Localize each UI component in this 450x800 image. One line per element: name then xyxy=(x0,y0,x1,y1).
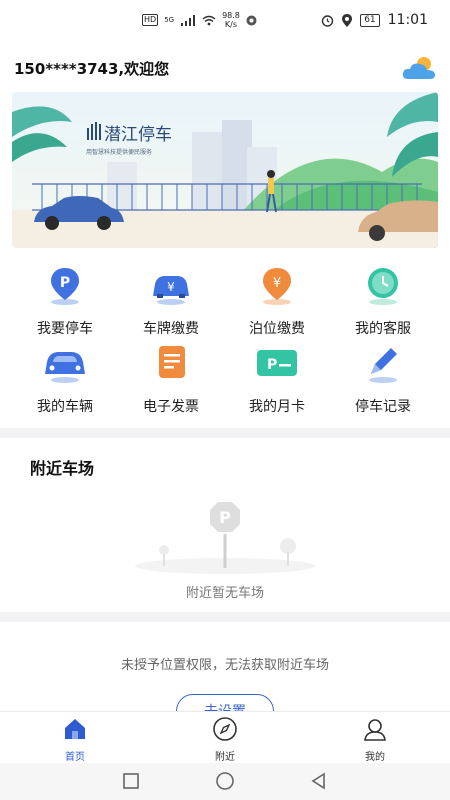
tab-mine[interactable]: 我的 xyxy=(335,716,415,763)
recent-apps-icon[interactable] xyxy=(122,772,140,790)
speed-value: 98.8 xyxy=(222,11,240,20)
section-divider xyxy=(0,612,450,622)
svg-text:P: P xyxy=(60,275,70,291)
bottom-tab-bar: 首页 附近 我的 xyxy=(0,711,450,764)
nearby-title: 附近车场 xyxy=(30,459,95,478)
section-divider xyxy=(0,428,450,438)
svg-text:P: P xyxy=(267,357,277,373)
promo-banner[interactable]: 潜江停车 用智慧科技提供便民服务 xyxy=(12,92,438,248)
car-yuan-icon: ¥ xyxy=(153,276,189,305)
compass-icon xyxy=(213,717,237,741)
invoice-icon xyxy=(159,346,185,378)
clock: 11:01 xyxy=(387,12,428,28)
service-parking-record[interactable]: 停车记录 xyxy=(330,336,436,415)
banner-subtitle: 用智慧科技提供便民服务 xyxy=(86,149,153,156)
service-label: 停车记录 xyxy=(355,399,411,415)
status-left: HD 5G 98.8 K/s xyxy=(142,11,257,29)
tab-label: 首页 xyxy=(65,752,85,763)
banner-illustration xyxy=(12,92,438,248)
location-permission-message: 未授予位置权限，无法获取附近车场 xyxy=(120,658,329,673)
tab-label: 我的 xyxy=(365,752,385,763)
status-right: 61 11:01 xyxy=(321,12,428,28)
service-label: 车牌缴费 xyxy=(143,321,199,337)
location-icon xyxy=(342,13,353,27)
home-button-icon[interactable] xyxy=(215,771,235,791)
service-park[interactable]: P 我要停车 xyxy=(12,258,118,337)
service-support[interactable]: 我的客服 xyxy=(330,258,436,337)
nfc-icon xyxy=(246,15,257,25)
signal-icon xyxy=(181,14,196,26)
status-bar: HD 5G 98.8 K/s 61 11:01 xyxy=(0,0,450,40)
user-icon xyxy=(364,719,386,741)
service-label: 我的车辆 xyxy=(37,399,93,415)
parking-pin-icon: P xyxy=(51,268,79,305)
greeting-text: 150****3743,欢迎您 xyxy=(14,60,170,78)
service-monthly-card[interactable]: P 我的月卡 xyxy=(224,336,330,415)
parking-sign-icon: P xyxy=(135,502,315,574)
svg-text:¥: ¥ xyxy=(167,280,175,294)
hd-badge: HD xyxy=(142,14,159,26)
service-label: 我的月卡 xyxy=(249,399,305,415)
svg-text:P: P xyxy=(219,508,231,527)
svg-text:¥: ¥ xyxy=(273,276,281,291)
tab-nearby[interactable]: 附近 xyxy=(185,716,265,763)
banner-title: 潜江停车 xyxy=(104,125,172,145)
nearby-empty-text: 附近暂无车场 xyxy=(185,586,264,601)
service-grid: P 我要停车 ¥ 车牌缴费 ¥ 泊位缴费 我的客服 我的车辆 电子发票 P 我的… xyxy=(12,258,438,418)
back-icon[interactable] xyxy=(310,772,328,790)
network-speed: 98.8 K/s xyxy=(222,11,240,29)
service-berth-pay[interactable]: ¥ 泊位缴费 xyxy=(224,258,330,337)
alarm-icon xyxy=(321,14,334,27)
service-label: 泊位缴费 xyxy=(249,321,305,337)
tab-home[interactable]: 首页 xyxy=(35,716,115,763)
service-label: 电子发票 xyxy=(143,399,199,415)
battery-level: 61 xyxy=(360,13,380,27)
clock-icon xyxy=(368,268,398,305)
speed-unit: K/s xyxy=(224,20,238,29)
home-icon xyxy=(65,719,85,739)
pencil-icon xyxy=(369,348,397,383)
network-type: 5G xyxy=(164,16,175,24)
service-label: 我的客服 xyxy=(355,321,411,337)
wifi-icon xyxy=(202,15,216,25)
cloud-sun-icon[interactable] xyxy=(402,55,436,81)
parking-card-icon: P xyxy=(257,350,297,376)
service-my-car[interactable]: 我的车辆 xyxy=(12,336,118,415)
yuan-pin-icon: ¥ xyxy=(263,268,291,305)
car-icon xyxy=(45,352,85,383)
service-label: 我要停车 xyxy=(37,321,93,337)
service-invoice[interactable]: 电子发票 xyxy=(118,336,224,415)
tab-label: 附近 xyxy=(215,752,235,763)
system-nav-bar xyxy=(0,763,450,800)
service-plate-pay[interactable]: ¥ 车牌缴费 xyxy=(118,258,224,337)
